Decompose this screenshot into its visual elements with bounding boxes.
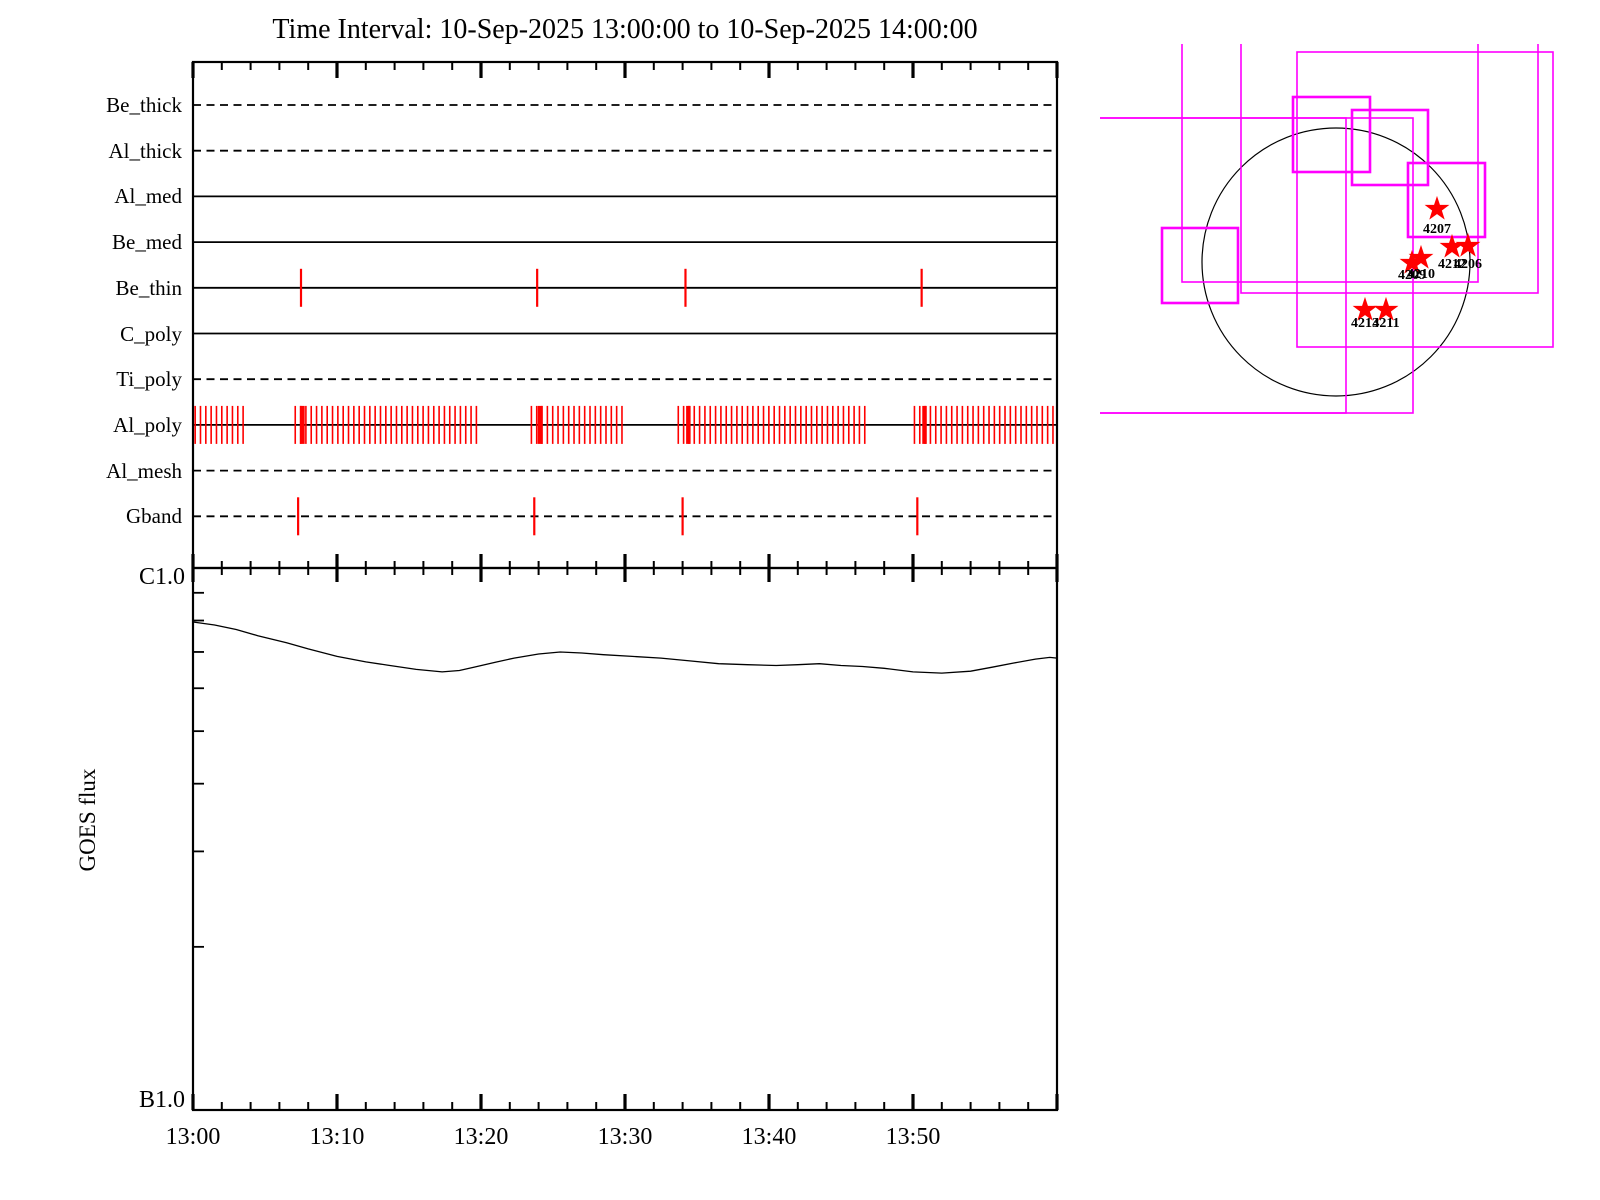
ar-label-4207: 4207	[1423, 222, 1451, 237]
x-tick-label-13:30: 13:30	[597, 1124, 653, 1150]
goes-y-top-label: C1.0	[138, 564, 185, 590]
x-tick-label-13:40: 13:40	[741, 1124, 797, 1150]
row-label-C_poly: C_poly	[120, 321, 182, 346]
row-label-Be_thick: Be_thick	[106, 93, 182, 117]
fov-box-small	[1350, 108, 1430, 187]
fov-box-small	[1291, 95, 1372, 174]
ar-label-4211: 4211	[1372, 316, 1400, 331]
plot-canvas: Time Interval: 10-Sep-2025 13:00:00 to 1…	[0, 0, 1600, 1200]
x-tick-label-13:20: 13:20	[453, 1124, 509, 1150]
x-tick-label-13:00: 13:00	[165, 1124, 221, 1150]
row-label-Al_mesh: Al_mesh	[106, 458, 182, 483]
row-label-Al_thick: Al_thick	[108, 138, 183, 163]
fov-box-large	[1100, 117, 1347, 414]
row-label-Ti_poly: Ti_poly	[116, 367, 182, 392]
row-label-Be_med: Be_med	[112, 230, 182, 255]
row-label-Al_med: Al_med	[114, 184, 182, 209]
row-label-Gband: Gband	[126, 504, 182, 529]
fov-box-large	[1181, 44, 1479, 283]
ar-star-4212	[1439, 233, 1465, 258]
plot-svg	[191, 44, 1554, 1112]
goes-ylabel: GOES flux	[75, 768, 100, 872]
ar-star-4207	[1424, 195, 1450, 220]
x-tick-label-13:10: 13:10	[309, 1124, 365, 1150]
goes-y-bottom-label: B1.0	[138, 1087, 185, 1113]
solar-inset	[1100, 44, 1554, 414]
goes-panel-border	[191, 566, 1059, 1112]
fov-box-large	[1240, 44, 1539, 294]
goes-flux-curve	[192, 621, 1058, 674]
row-label-Al_poly: Al_poly	[113, 412, 182, 437]
ar-label-4209: 4209	[1398, 268, 1426, 283]
row-label-Be_thin: Be_thin	[115, 275, 183, 300]
fov-box-small	[1160, 226, 1240, 305]
filter-panel-border	[191, 60, 1059, 570]
fov-box-large	[1100, 117, 1414, 414]
plot-title: Time Interval: 10-Sep-2025 13:00:00 to 1…	[272, 14, 978, 45]
x-tick-label-13:50: 13:50	[885, 1124, 941, 1150]
